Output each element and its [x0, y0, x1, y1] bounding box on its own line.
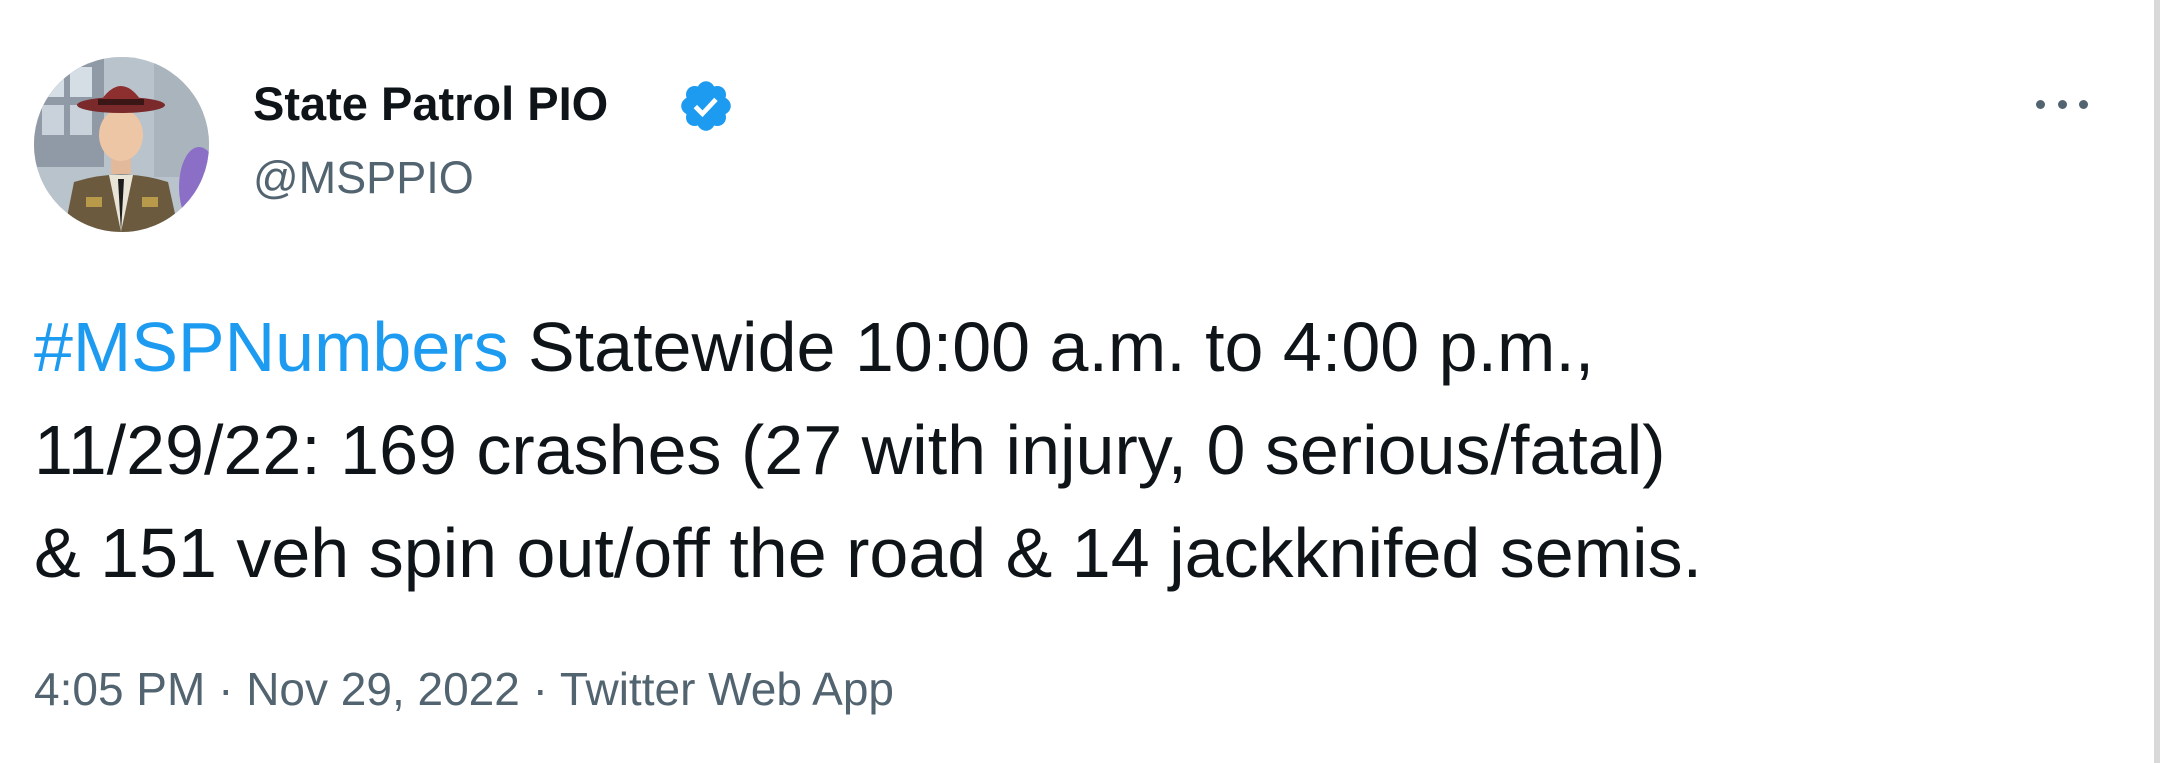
- tweet-card: State Patrol PIO @MSPPIO #MSPNumbers Sta…: [0, 0, 2160, 763]
- more-horizontal-icon: [2057, 99, 2067, 109]
- more-horizontal-icon: [2036, 99, 2045, 109]
- author-handle[interactable]: @MSPPIO: [253, 151, 474, 205]
- tweet-text-line: #MSPNumbers Statewide 10:00 a.m. to 4:00…: [34, 296, 2094, 399]
- tweet-time-link[interactable]: 4:05 PM: [34, 663, 205, 715]
- card-border: [2154, 0, 2160, 763]
- tweet-text-line: 11/29/22: 169 crashes (27 with injury, 0…: [34, 411, 1666, 489]
- more-options-button[interactable]: [2030, 82, 2094, 126]
- tweet-source-link[interactable]: Twitter Web App: [560, 663, 894, 715]
- verified-badge-icon: [681, 81, 731, 131]
- tweet-metadata: 4:05 PM · Nov 29, 2022 · Twitter Web App: [34, 661, 894, 717]
- tweet-date-link[interactable]: Nov 29, 2022: [246, 663, 520, 715]
- tweet-text-segment: Statewide 10:00 a.m. to 4:00 p.m.,: [508, 308, 1595, 386]
- hashtag-link[interactable]: #MSPNumbers: [34, 308, 509, 386]
- avatar-photo: [34, 57, 209, 232]
- meta-separator: ·: [532, 663, 548, 715]
- avatar[interactable]: [34, 57, 209, 232]
- tweet-text-line: & 151 veh spin out/off the road & 14 jac…: [34, 514, 1703, 592]
- tweet-text: #MSPNumbers Statewide 10:00 a.m. to 4:00…: [34, 296, 2094, 605]
- more-horizontal-icon: [2079, 99, 2088, 109]
- author-display-name[interactable]: State Patrol PIO: [253, 76, 608, 132]
- meta-separator: ·: [218, 663, 234, 715]
